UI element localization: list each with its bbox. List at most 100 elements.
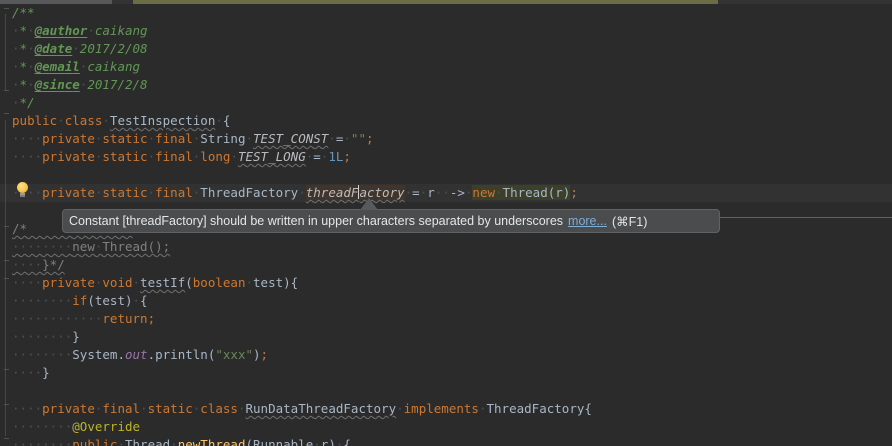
code-token: ·caikang	[87, 23, 147, 38]
code-line[interactable]: ············return;	[0, 310, 892, 328]
fold-marker[interactable]	[4, 226, 9, 227]
code-line[interactable]: ········if(test)·{	[0, 292, 892, 310]
whitespace-dot: ·	[65, 329, 73, 344]
code-token: ;	[366, 131, 374, 146]
code-line[interactable]: ········System.out.println("xxx");	[0, 346, 892, 364]
whitespace-dot: ·	[27, 59, 35, 74]
code-line[interactable]: ········@Override	[0, 418, 892, 436]
code-line[interactable]: ·*·@author·caikang	[0, 22, 892, 40]
fold-marker[interactable]	[4, 438, 9, 439]
code-token: ;	[570, 185, 578, 200]
fold-marker[interactable]	[4, 90, 9, 91]
tab-strip-segment-gray[interactable]	[0, 0, 112, 4]
whitespace-dot: ·	[479, 401, 487, 416]
code-token: @email	[35, 59, 80, 74]
code-token: boolean	[193, 275, 246, 290]
tooltip-extension-line	[719, 217, 892, 218]
whitespace-dot: ·	[12, 95, 20, 110]
code-token: ·	[133, 275, 141, 290]
whitespace-dot: ·	[27, 131, 35, 146]
whitespace-dot: ·	[20, 275, 28, 290]
code-token: )	[253, 347, 261, 362]
whitespace-dot: ·	[170, 437, 178, 446]
fold-marker[interactable]	[4, 8, 9, 9]
whitespace-dot: ·	[35, 329, 43, 344]
whitespace-dot: ·	[12, 437, 20, 446]
fold-marker[interactable]	[4, 369, 9, 370]
code-token: ····}*/	[12, 257, 65, 272]
code-line[interactable]: /**	[0, 4, 892, 22]
code-token: private·static·final	[42, 131, 193, 146]
code-line[interactable]: public·class·TestInspection·{	[0, 112, 892, 130]
code-line[interactable]	[0, 382, 892, 400]
code-token: private·static·final	[42, 185, 193, 200]
whitespace-dot: ·	[245, 275, 253, 290]
whitespace-dot: ·	[328, 131, 336, 146]
whitespace-dot: ·	[20, 149, 28, 164]
whitespace-dot: ·	[57, 347, 65, 362]
tooltip-more-link[interactable]: more...	[568, 214, 607, 228]
whitespace-dot: ·	[35, 311, 43, 326]
code-line[interactable]: ········new·Thread();	[0, 238, 892, 256]
fold-marker[interactable]	[4, 404, 9, 405]
whitespace-dot: ·	[27, 401, 35, 416]
code-token: @Override	[72, 419, 140, 434]
code-line[interactable]	[0, 166, 892, 184]
whitespace-dot: ·	[57, 329, 65, 344]
code-line[interactable]: ····private·static·final·String·TEST_CON…	[0, 130, 892, 148]
whitespace-dot: ·	[27, 149, 35, 164]
code-line[interactable]: ····}*/	[0, 256, 892, 274]
whitespace-dot: ·	[95, 239, 103, 254]
fold-marker[interactable]	[4, 278, 9, 279]
code-token: /*	[12, 221, 27, 236]
code-token: ····	[12, 401, 42, 416]
code-token: /**	[12, 5, 35, 20]
whitespace-dot: ·	[12, 293, 20, 308]
code-line[interactable]: ·*·@since·2017/2/8	[0, 76, 892, 94]
code-line[interactable]: ·*·@date·2017/2/08	[0, 40, 892, 58]
whitespace-dot: ·	[27, 311, 35, 326]
code-line[interactable]: ·*·@email·caikang	[0, 58, 892, 76]
code-token: ·*·	[12, 59, 35, 74]
code-token: ·	[102, 113, 110, 128]
code-token: @author	[35, 23, 88, 38]
intention-bulb-icon[interactable]	[16, 182, 29, 196]
code-token: return	[102, 311, 147, 326]
tab-strip-segment-olive[interactable]	[133, 0, 718, 4]
whitespace-dot: ·	[12, 149, 20, 164]
code-token: ""	[351, 131, 366, 146]
fold-marker[interactable]	[4, 260, 9, 261]
whitespace-dot: ·	[27, 437, 35, 446]
whitespace-dot: ·	[42, 347, 50, 362]
whitespace-dot: ·	[35, 347, 43, 362]
whitespace-dot: ·	[35, 437, 43, 446]
whitespace-dot: ·	[95, 149, 103, 164]
whitespace-dot: ·	[20, 419, 28, 434]
whitespace-dot: ·	[27, 365, 35, 380]
code-line[interactable]: ····}	[0, 364, 892, 382]
code-line[interactable]: ····private·final·static·class·RunDataTh…	[0, 400, 892, 418]
whitespace-dot: ·	[12, 275, 20, 290]
code-token: (	[185, 275, 193, 290]
code-token: ·=·r··->·	[405, 185, 473, 200]
whitespace-dot: ·	[193, 131, 201, 146]
whitespace-dot: ·	[20, 329, 28, 344]
code-line[interactable]: ········public·Thread·newThread(Runnable…	[0, 436, 892, 446]
whitespace-dot: ·	[35, 257, 43, 272]
whitespace-dot: ·	[35, 419, 43, 434]
code-line[interactable]: ·*/	[0, 94, 892, 112]
whitespace-dot: ·	[27, 41, 35, 56]
whitespace-dot: ·	[57, 419, 65, 434]
code-line[interactable]: ········}	[0, 328, 892, 346]
whitespace-dot: ·	[215, 113, 223, 128]
code-line[interactable]: ····private·static·final·ThreadFactory·t…	[0, 184, 892, 202]
code-token: public	[72, 437, 117, 446]
whitespace-dot: ·	[117, 437, 125, 446]
code-line[interactable]: ····private·static·final·long·TEST_LONG·…	[0, 148, 892, 166]
whitespace-dot: ·	[12, 311, 20, 326]
fold-marker[interactable]	[4, 113, 9, 114]
code-token: ·Thread·	[117, 437, 177, 446]
whitespace-dot: ·	[245, 131, 253, 146]
whitespace-dot: ·	[20, 437, 28, 446]
code-line[interactable]: ····private·void·testIf(boolean·test){	[0, 274, 892, 292]
